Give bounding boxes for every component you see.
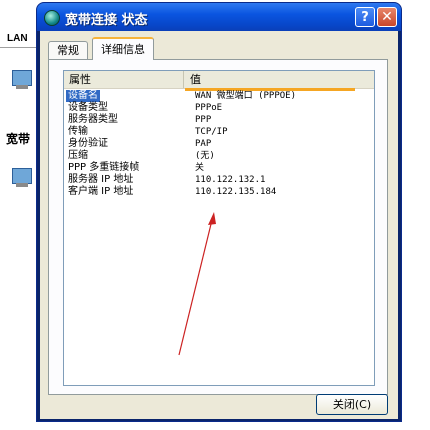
list-item[interactable]: PPP 多重链接帧 关: [64, 162, 374, 174]
property-name: 服务器类型: [68, 114, 118, 125]
property-name: PPP 多重链接帧: [68, 162, 140, 173]
property-name: 设备名: [66, 90, 100, 102]
details-list[interactable]: 属性 值 设备名 WAN 微型端口 (PPPOE) 设备类型 PPPoE 服务器类型 PP…: [63, 70, 375, 386]
list-item[interactable]: 压缩 (无): [64, 150, 374, 162]
dialog-client-area: 常规 详细信息 属性 值 设备名 WAN 微型端口 (PPPOE) 设备类型 PPPo…: [40, 31, 398, 419]
property-name: 设备类型: [68, 102, 108, 113]
status-dialog: 宽带连接 状态 ? ✕ 常规 详细信息 属性 值 设备名 WAN 微型端口 (PP…: [36, 2, 402, 422]
property-value: TCP/IP: [195, 127, 228, 137]
property-value: PPP: [195, 115, 212, 125]
tab-general[interactable]: 常规: [48, 41, 88, 59]
property-value: PPPoE: [195, 103, 223, 113]
list-item[interactable]: 服务器 IP 地址 110.122.132.1: [64, 174, 374, 186]
lan-section-label: LAN: [7, 33, 28, 44]
list-item[interactable]: 服务器类型 PPP: [64, 114, 374, 126]
list-item[interactable]: 客户端 IP 地址 110.122.135.184: [64, 186, 374, 198]
property-name: 身份验证: [68, 138, 108, 149]
close-button[interactable]: 关闭(C): [316, 394, 388, 415]
list-item[interactable]: 设备名 WAN 微型端口 (PPPOE): [64, 90, 374, 102]
property-name: 服务器 IP 地址: [68, 174, 134, 185]
property-value: WAN 微型端口 (PPPOE): [195, 91, 297, 101]
broadband-connection-icon[interactable]: [10, 168, 38, 190]
help-button[interactable]: ?: [355, 7, 375, 27]
window-title: 宽带连接 状态: [65, 13, 148, 28]
broadband-section-label: 宽带: [6, 132, 31, 146]
lan-connection-icon[interactable]: [10, 70, 38, 92]
column-header-property[interactable]: 属性: [64, 71, 184, 88]
section-divider: [0, 47, 38, 48]
property-value: 110.122.135.184: [195, 187, 277, 197]
list-item[interactable]: 设备类型 PPPoE: [64, 102, 374, 114]
network-globe-icon: [44, 10, 60, 26]
list-item[interactable]: 传输 TCP/IP: [64, 126, 374, 138]
property-value: PAP: [195, 139, 212, 149]
tab-details[interactable]: 详细信息: [92, 37, 154, 60]
details-tab-panel: 属性 值 设备名 WAN 微型端口 (PPPOE) 设备类型 PPPoE 服务器类型 PP…: [48, 59, 388, 395]
column-header-value[interactable]: 值: [185, 71, 374, 88]
close-icon[interactable]: ✕: [377, 7, 397, 27]
list-header: 属性 值: [64, 71, 374, 89]
title-bar[interactable]: 宽带连接 状态 ? ✕: [37, 3, 401, 31]
list-item[interactable]: 身份验证 PAP: [64, 138, 374, 150]
property-name: 压缩: [68, 150, 88, 161]
property-value: 110.122.132.1: [195, 175, 266, 185]
property-name: 客户端 IP 地址: [68, 186, 134, 197]
property-value: 关: [195, 163, 205, 173]
property-name: 传输: [68, 126, 88, 137]
property-value: (无): [195, 151, 215, 161]
